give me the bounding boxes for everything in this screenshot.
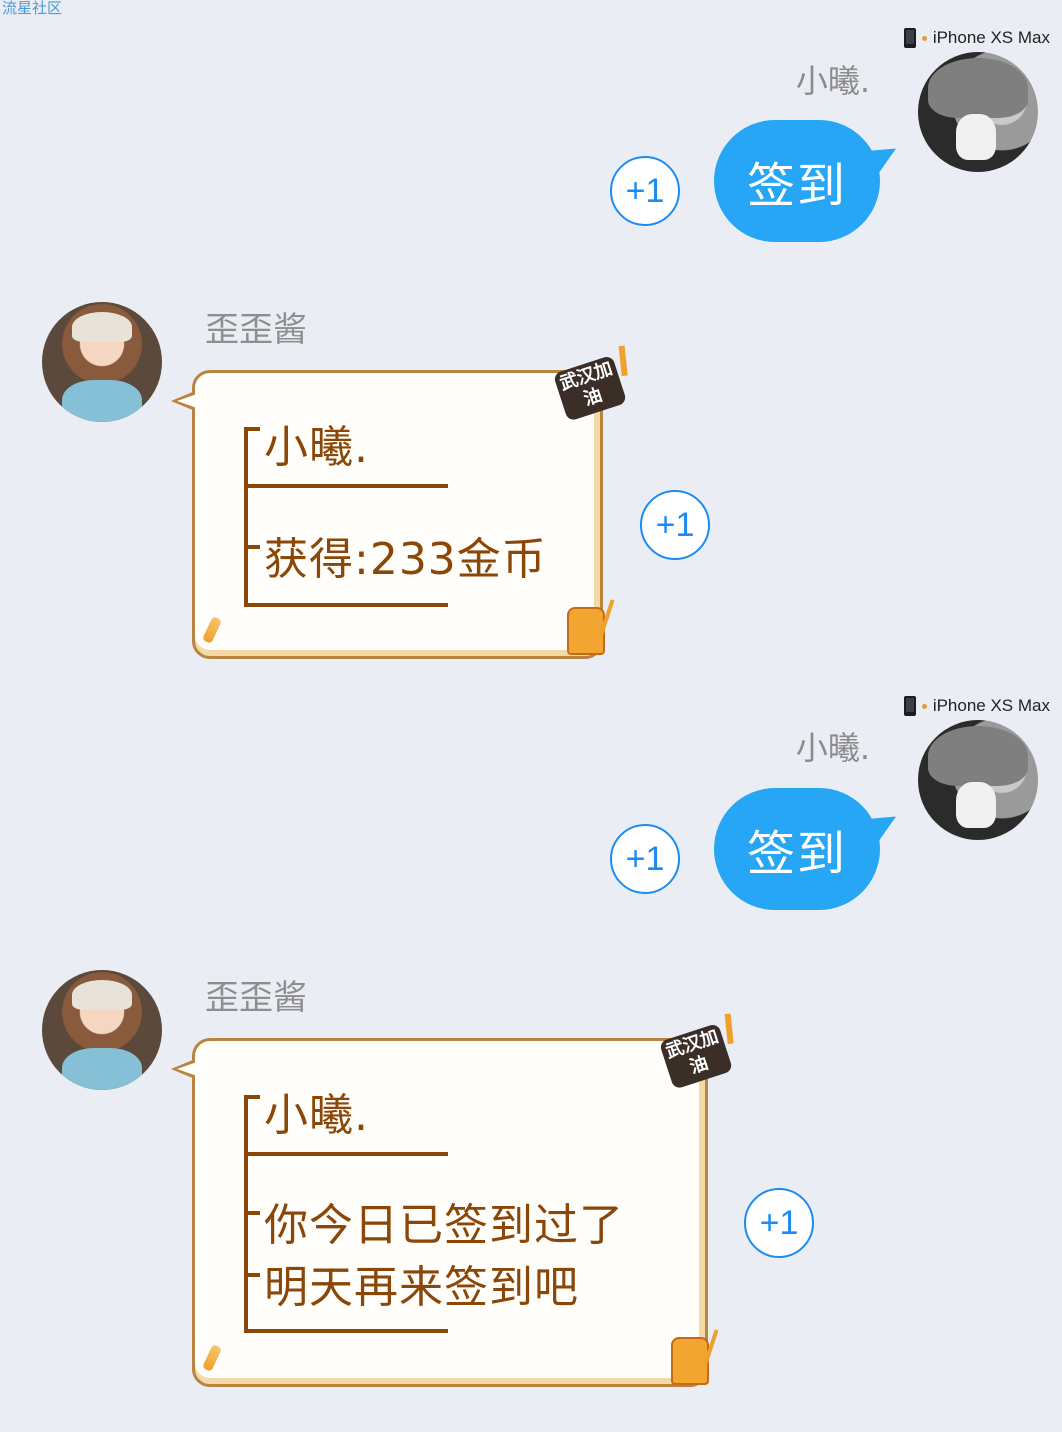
user-avatar[interactable] <box>918 52 1038 172</box>
card-line-hint: 明天再来签到吧 <box>264 1262 579 1313</box>
sparkle-icon <box>201 1344 223 1372</box>
avatar-cap-shape <box>72 980 132 1010</box>
watermark-text: 流星社区 <box>2 0 63 17</box>
device-label: iPhone XS Max <box>932 696 1050 715</box>
frame-vertical-line <box>244 427 248 607</box>
message-bubble[interactable]: 签到 <box>714 120 903 242</box>
badge-text: 武汉加油 <box>552 354 628 422</box>
message-card[interactable]: 小曦. 你今日已签到过了 明天再来签到吧 武汉加油 <box>171 1013 734 1387</box>
sender-name: 歪歪酱 <box>205 310 307 350</box>
bubble-tail <box>863 136 903 176</box>
device-tag: iPhone XS Max <box>903 28 1050 48</box>
avatar-cat-shape <box>956 114 996 160</box>
fist-icon <box>561 599 615 659</box>
frame-tick <box>244 427 260 431</box>
device-label: iPhone XS Max <box>932 28 1050 47</box>
avatar-cat-shape <box>956 782 996 828</box>
sender-name: 歪歪酱 <box>205 978 307 1018</box>
dot-icon <box>921 35 927 41</box>
card-tail-inner <box>177 1062 197 1076</box>
message-bubble[interactable]: 签到 <box>714 788 903 910</box>
plus-one-button[interactable]: +1 <box>640 490 710 560</box>
frame-divider <box>244 1152 448 1156</box>
frame-tick <box>244 545 260 549</box>
sender-name: 小曦. <box>795 62 870 100</box>
badge-stroke <box>618 345 628 376</box>
card-tail-inner <box>177 394 197 408</box>
wuhan-badge-icon: 武汉加油 <box>547 345 635 428</box>
frame-tick <box>244 1273 260 1277</box>
badge-text: 武汉加油 <box>658 1022 734 1090</box>
message-text: 签到 <box>746 826 847 882</box>
avatar-shirt-shape <box>62 1048 142 1090</box>
message-card[interactable]: 小曦. 获得:233金币 武汉加油 <box>171 345 628 659</box>
bot-avatar[interactable] <box>42 302 162 422</box>
plus-one-button[interactable]: +1 <box>744 1188 814 1258</box>
device-tag: iPhone XS Max <box>903 696 1050 716</box>
plus-one-button[interactable]: +1 <box>610 156 680 226</box>
sender-name: 小曦. <box>795 729 870 767</box>
card-line-name: 小曦. <box>264 422 369 473</box>
avatar-hood-shape <box>928 58 1028 118</box>
user-avatar[interactable] <box>918 720 1038 840</box>
avatar-shirt-shape <box>62 380 142 422</box>
avatar-hood-shape <box>928 726 1028 786</box>
wuhan-badge-icon: 武汉加油 <box>653 1013 741 1096</box>
message-text: 签到 <box>746 158 847 214</box>
fist-icon <box>665 1329 719 1389</box>
bot-avatar[interactable] <box>42 970 162 1090</box>
phone-icon <box>903 696 916 716</box>
frame-tick <box>244 1095 260 1099</box>
badge-stroke <box>724 1013 734 1044</box>
frame-divider <box>244 484 448 488</box>
card-line-status: 你今日已签到过了 <box>264 1200 624 1251</box>
frame-tick <box>244 1211 260 1215</box>
card-line-result: 获得:233金币 <box>264 534 547 585</box>
avatar-cap-shape <box>72 312 132 342</box>
plus-one-button[interactable]: +1 <box>610 824 680 894</box>
frame-divider <box>244 603 448 607</box>
phone-icon <box>903 28 916 48</box>
dot-icon <box>921 703 927 709</box>
sparkle-icon <box>201 616 223 644</box>
card-line-name: 小曦. <box>264 1090 369 1141</box>
frame-divider <box>244 1329 448 1333</box>
bubble-tail <box>863 804 903 844</box>
